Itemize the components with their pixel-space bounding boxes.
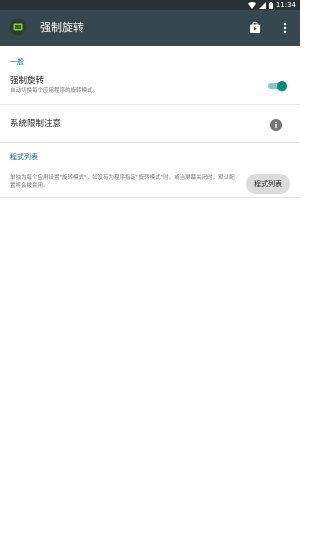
force-rotation-toggle[interactable]	[268, 80, 288, 92]
divider	[0, 142, 300, 143]
status-bar: 11:34	[0, 0, 300, 10]
store-icon	[249, 19, 261, 38]
app-logo-icon	[9, 18, 27, 36]
app-list-button[interactable]: 程式列表	[246, 174, 290, 194]
divider	[0, 197, 300, 198]
toggle-thumb	[277, 81, 287, 91]
section-header-app-list: 程式列表	[10, 153, 38, 161]
wifi-icon	[247, 1, 256, 9]
info-icon[interactable]	[270, 116, 282, 131]
force-rotation-summary: 自动切换每个应用程序的旋转模式。	[10, 88, 99, 94]
section-header-general: 一般	[10, 58, 24, 66]
more-vert-icon	[283, 19, 287, 38]
store-button[interactable]	[246, 19, 264, 37]
screen: 11:34 强制旋转 一般 强制旋转 自动切换每个应用程序的旋转模式。 系统限制…	[0, 0, 300, 534]
system-restriction-title: 系统限制注意	[10, 119, 62, 129]
app-title: 强制旋转	[40, 21, 84, 34]
battery-icon	[268, 1, 273, 9]
toolbar: 强制旋转	[0, 10, 300, 46]
app-list-summary: 单独为每个应用设置"旋转模式"。如没有为程序指定"旋转模式"时，或当屏幕关闭时，…	[10, 175, 235, 189]
divider	[0, 104, 300, 105]
signal-icon	[258, 1, 266, 9]
status-time: 11:34	[275, 1, 296, 9]
more-options-button[interactable]	[276, 19, 294, 37]
force-rotation-title: 强制旋转	[10, 76, 45, 86]
